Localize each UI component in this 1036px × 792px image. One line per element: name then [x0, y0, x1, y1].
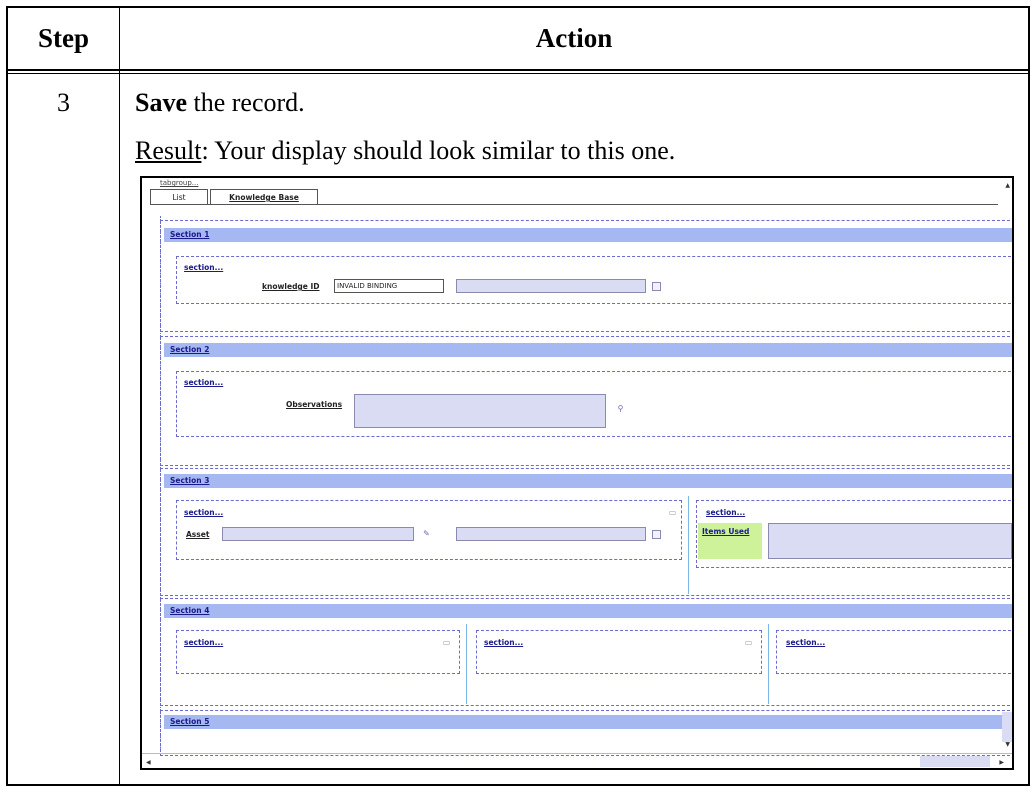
section-3-right-subsection-title: section... — [706, 508, 746, 517]
section-2-subsection-title: section... — [184, 378, 224, 387]
section-4-subsection-2 — [476, 630, 762, 674]
items-used-table[interactable] — [768, 523, 1012, 559]
result-line: Result: Your display should look similar… — [135, 136, 675, 166]
lookup-icon[interactable] — [652, 282, 661, 291]
scroll-down-arrow-icon[interactable]: ▼ — [1005, 741, 1010, 748]
asset-input[interactable] — [222, 527, 414, 541]
observations-textarea[interactable] — [354, 394, 606, 428]
section-3-header: Section 3 — [164, 474, 1012, 488]
tab-list[interactable]: List — [150, 189, 208, 205]
observations-label: Observations — [286, 400, 343, 409]
section-3-column-divider — [688, 496, 689, 594]
scroll-left-arrow-icon[interactable]: ◀ — [146, 759, 151, 766]
scroll-up-arrow-icon[interactable]: ▲ — [1005, 182, 1010, 189]
section-3-left-subsection-title: section... — [184, 508, 224, 517]
result-label: Result — [135, 136, 202, 165]
section-5-header: Section 5 — [164, 715, 1012, 729]
pencil-icon[interactable]: ✎ — [422, 529, 431, 538]
magnifier-icon[interactable]: ⚲ — [616, 404, 625, 413]
header-action: Action — [535, 23, 613, 53]
action-instruction: Save the record. — [135, 88, 305, 118]
result-text: : Your display should look similar to th… — [201, 136, 676, 165]
section-4-divider-1 — [466, 624, 467, 704]
section-4-header: Section 4 — [164, 604, 1012, 618]
section-4-subsection-3 — [776, 630, 1012, 674]
horizontal-scroll-thumb[interactable] — [920, 756, 990, 767]
horizontal-scrollbar[interactable]: ◀ ▶ — [142, 753, 1012, 768]
section-1-header: Section 1 — [164, 228, 1012, 242]
section-4-subsection-1-title: section... — [184, 638, 224, 647]
section-4-subsection-1 — [176, 630, 460, 674]
column-divider — [119, 8, 120, 784]
asset-label: Asset — [186, 530, 210, 539]
vertical-scroll-thumb[interactable] — [1002, 712, 1012, 742]
knowledge-id-input[interactable]: INVALID BINDING — [334, 279, 444, 293]
collapse-icon[interactable]: ▭ — [668, 508, 677, 517]
section-4-subsection-2-title: section... — [484, 638, 524, 647]
section-2-header: Section 2 — [164, 343, 1012, 357]
tab-knowledge-base-label: Knowledge Base — [229, 193, 299, 202]
collapse-icon-2[interactable]: ▭ — [442, 638, 451, 647]
section-1-subsection-title: section... — [184, 263, 224, 272]
asset-lookup-icon[interactable] — [652, 530, 661, 539]
asset-description-input[interactable] — [456, 527, 646, 541]
collapse-icon-3[interactable]: ▭ — [744, 638, 753, 647]
section-4-divider-2 — [768, 624, 769, 704]
header-step: Step — [37, 23, 89, 53]
step-number: 3 — [57, 88, 70, 117]
tabgroup-label: tabgroup... — [160, 179, 199, 187]
tab-knowledge-base[interactable]: Knowledge Base — [210, 189, 318, 205]
action-object: the record. — [187, 88, 305, 117]
action-verb: Save — [135, 88, 187, 117]
form-screenshot: tabgroup... List Knowledge Base ▲ Sectio… — [140, 176, 1014, 770]
knowledge-description-input[interactable] — [456, 279, 646, 293]
knowledge-id-label: knowledge ID — [262, 282, 320, 291]
header-divider — [8, 69, 1028, 71]
section-4-subsection-3-title: section... — [786, 638, 826, 647]
items-used-label: Items Used — [698, 523, 762, 559]
scroll-right-arrow-icon[interactable]: ▶ — [999, 759, 1004, 766]
header-divider-inner — [8, 73, 1028, 74]
tab-underline — [150, 204, 998, 205]
